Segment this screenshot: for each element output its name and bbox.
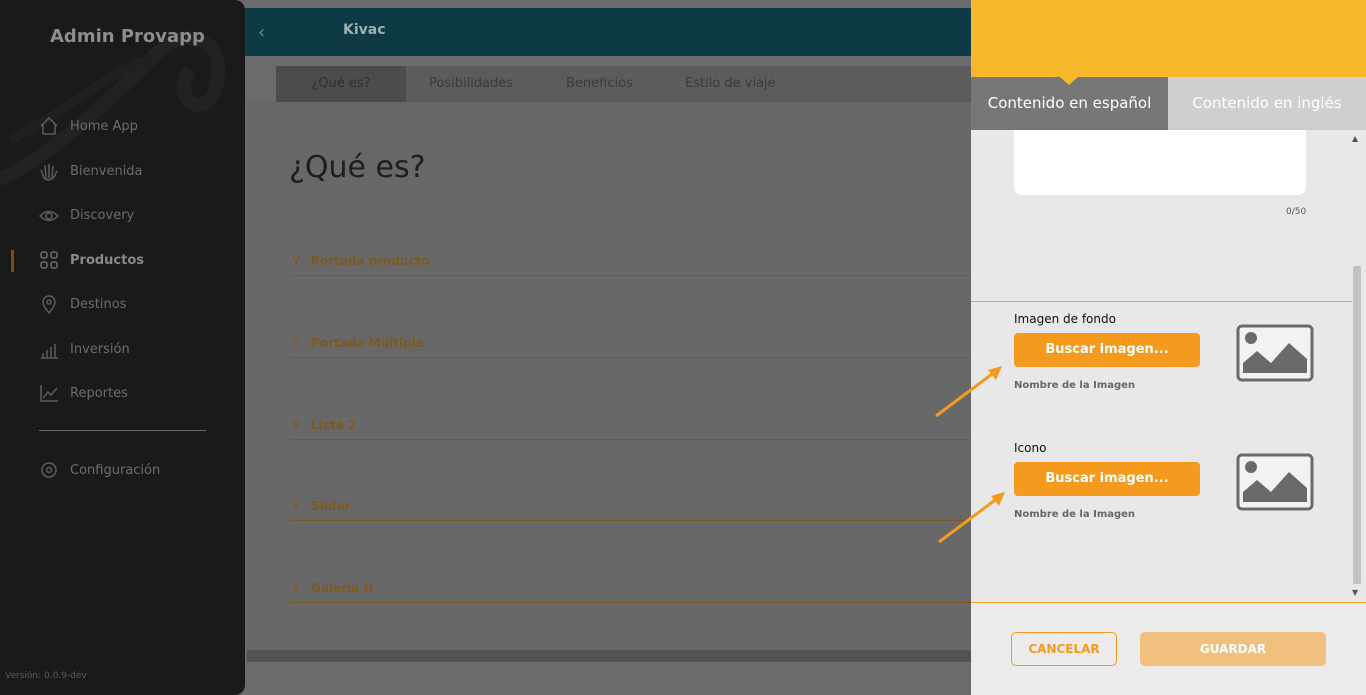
chevron-left-icon[interactable]: ‹ (258, 22, 265, 43)
panel-scroll-area: 0/50 Imagen de fondo Buscar imagen... No… (971, 130, 1366, 602)
accordion-label: Portada producto (311, 254, 430, 268)
content-footer (247, 650, 971, 662)
tab-posibilidades[interactable]: Posibilidades (429, 66, 513, 102)
tab-estilo-de-viaje[interactable]: Estilo de viaje (685, 66, 776, 102)
chevron-down-icon: ∨ (291, 497, 302, 513)
top-bar: ‹ Kivac (200, 8, 980, 56)
sidebar-item-home-app[interactable]: Home App (38, 114, 138, 138)
annotation-arrow (938, 492, 1005, 544)
scrollbar[interactable]: ▲ ▼ (1350, 130, 1364, 602)
accordion-label: Portada Múltiple (311, 336, 424, 350)
sidebar-item-discovery[interactable]: Discovery (38, 203, 134, 227)
sidebar-item-reportes[interactable]: Reportes (38, 381, 128, 405)
scrollbar-thumb[interactable] (1353, 266, 1361, 584)
wave-hand-icon (40, 164, 58, 181)
image-name-label: Nombre de la Imagen (1014, 509, 1136, 520)
edit-panel: Contenido en español Contenido en inglés… (971, 0, 1366, 695)
accordion-portada-multiple[interactable]: ∨ Portada Múltiple (289, 334, 971, 358)
accordion-label: Lista 2 (311, 418, 357, 432)
eye-icon (38, 210, 60, 222)
annotation-arrow (935, 366, 1002, 418)
accordion-lista-2[interactable]: ∨ Lista 2 (289, 416, 971, 440)
version-label: Versión: 0.0.9-dev (5, 671, 87, 681)
buscar-imagen-fondo-button[interactable]: Buscar imagen... (1014, 333, 1200, 367)
accordion-galeria-h[interactable]: ∨ Galería H (289, 579, 971, 603)
buscar-icono-button[interactable]: Buscar imagen... (1014, 462, 1200, 496)
image-placeholder-icon (1236, 324, 1314, 382)
active-tab-indicator (1060, 77, 1078, 85)
home-icon (40, 116, 58, 135)
sidebar-item-label: Destinos (70, 296, 127, 312)
chevron-down-icon: ∨ (291, 579, 302, 595)
grid-icon (40, 251, 58, 269)
tab-beneficios[interactable]: Beneficios (566, 66, 633, 102)
sidebar-divider (39, 430, 206, 431)
sidebar-item-label: Configuración (70, 462, 161, 478)
chevron-down-icon: ∨ (291, 334, 302, 350)
image-name-label: Nombre de la Imagen (1014, 380, 1136, 391)
accordion-label: Galería H (311, 581, 374, 595)
sidebar-item-bienvenida[interactable]: Bienvenida (38, 159, 143, 183)
tab-contenido-ingles[interactable]: Contenido en inglés (1168, 77, 1366, 130)
active-nav-marker (11, 250, 14, 272)
accordion-portada-producto[interactable]: ∨ Portada producto (289, 252, 971, 276)
sidebar-item-label: Home App (70, 118, 138, 134)
scroll-down-icon[interactable]: ▼ (1352, 588, 1358, 597)
tab-que-es[interactable]: ¿Qué es? (276, 66, 406, 102)
accordion-label: Slider (311, 499, 351, 513)
sidebar-item-label: Bienvenida (70, 163, 143, 179)
sidebar: Admin Provapp Home App Bienvenida Discov… (0, 0, 245, 695)
accordion-slider[interactable]: ∨ Slider (289, 497, 971, 521)
section-tabs: ¿Qué es? Posibilidades Beneficios Estilo… (276, 66, 976, 102)
scroll-up-icon[interactable]: ▲ (1352, 134, 1358, 143)
line-chart-icon (40, 385, 58, 402)
save-button[interactable]: GUARDAR (1140, 632, 1326, 666)
sidebar-item-label: Productos (70, 252, 145, 268)
chevron-down-icon: ∨ (291, 416, 302, 432)
sidebar-item-inversion[interactable]: Inversión (38, 337, 130, 361)
sidebar-item-configuracion[interactable]: Configuración (38, 458, 160, 482)
product-title: Kivac (343, 22, 386, 38)
section-separator (971, 301, 1352, 302)
image-placeholder-icon (1236, 453, 1314, 511)
location-pin-icon (42, 295, 56, 315)
sidebar-item-productos[interactable]: Productos (38, 248, 144, 272)
app-brand: Admin Provapp (50, 26, 205, 47)
chevron-down-icon: ∨ (291, 252, 302, 268)
sidebar-item-label: Inversión (70, 341, 130, 357)
settings-icon (41, 462, 57, 478)
field-label-imagen-fondo: Imagen de fondo (1014, 312, 1116, 326)
text-input[interactable] (1014, 130, 1306, 195)
sidebar-item-label: Discovery (70, 207, 135, 223)
panel-header (971, 0, 1366, 77)
sidebar-item-label: Reportes (70, 385, 128, 401)
footer-separator (971, 602, 1366, 603)
field-label-icono: Icono (1014, 441, 1047, 455)
page-title: ¿Qué es? (289, 150, 426, 185)
bar-chart-icon (41, 344, 58, 359)
sidebar-item-destinos[interactable]: Destinos (38, 292, 126, 316)
char-counter: 0/50 (1286, 207, 1307, 217)
cancel-button[interactable]: CANCELAR (1011, 632, 1117, 666)
